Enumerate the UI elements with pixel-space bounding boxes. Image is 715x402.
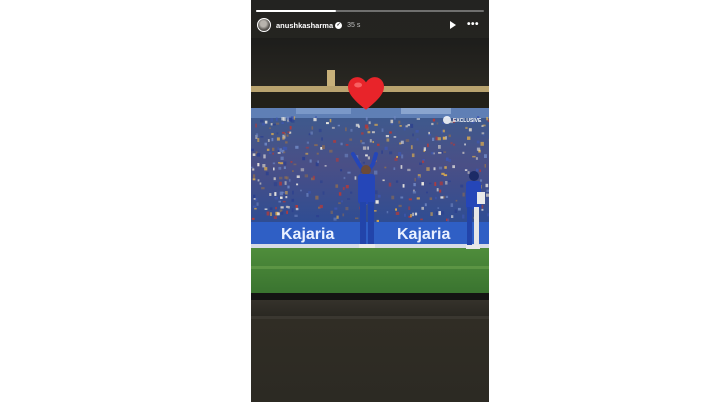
story-progress-fill — [256, 10, 336, 12]
channel-logo-text: EXCLUSIVE — [453, 118, 482, 124]
verified-badge-icon: ✓ — [335, 21, 343, 29]
tv-cabinet-top — [251, 300, 489, 316]
heart-icon — [348, 77, 384, 110]
story-progress-bar — [256, 10, 484, 12]
post-time: 35 s — [347, 21, 361, 29]
pitch — [251, 248, 489, 293]
tv-cabinet — [251, 319, 489, 402]
story-header: anushkasharma ✓ 35 s ••• — [257, 16, 483, 34]
channel-logo: EXCLUSIVE — [443, 116, 482, 124]
more-icon[interactable]: ••• — [467, 20, 479, 30]
play-icon[interactable] — [449, 21, 456, 29]
page: anushkasharma ✓ 35 s ••• Kajaria Kajaria… — [0, 0, 715, 402]
ad-board-text-1: Kajaria — [281, 226, 334, 243]
tv-bezel — [251, 293, 489, 300]
tv-screen-photo: Kajaria Kajaria EXCLUSIVE — [251, 108, 489, 293]
story-viewer[interactable]: anushkasharma ✓ 35 s ••• Kajaria Kajaria… — [251, 0, 489, 402]
username[interactable]: anushkasharma — [276, 21, 333, 30]
avatar[interactable] — [257, 18, 271, 32]
ad-board-text-2: Kajaria — [397, 226, 450, 243]
